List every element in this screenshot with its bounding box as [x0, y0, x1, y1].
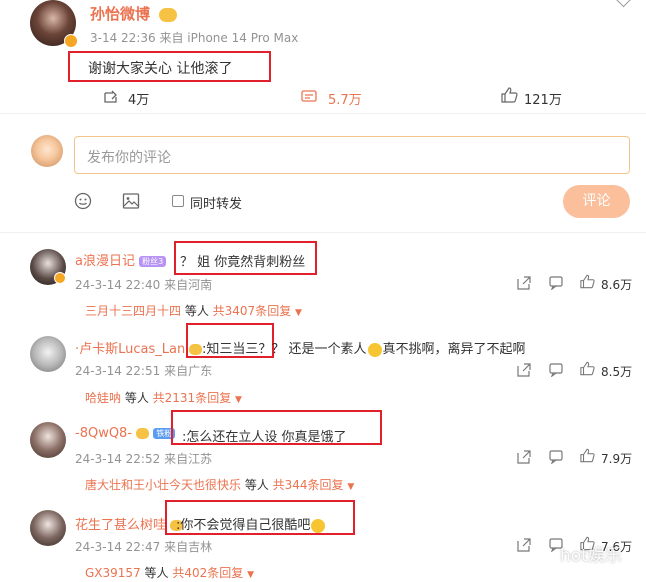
- reply-count[interactable]: 共402条回复: [172, 566, 243, 580]
- comment-location: 来自吉林: [164, 540, 213, 554]
- reply-users[interactable]: 哈娃呐: [85, 391, 121, 405]
- comment-like-count[interactable]: 8.6万: [601, 276, 632, 293]
- comment-username[interactable]: 花生了甚么树哇: [75, 518, 166, 533]
- comment-avatar[interactable]: [30, 422, 66, 458]
- reply-mid-text: 等人: [181, 304, 213, 318]
- post-source: 来自 iPhone 14 Pro Max: [159, 31, 299, 45]
- comment-timestamp: 24-3-14 22:47: [75, 540, 161, 554]
- reply-mid-text: 等人: [121, 391, 153, 405]
- like-icon[interactable]: [580, 274, 595, 289]
- reply-count[interactable]: 共3407条回复: [213, 304, 292, 318]
- comment-text-tail: 真不挑啊，离异了不起啊: [382, 342, 526, 357]
- post-timestamp[interactable]: 3-14 22:36: [90, 31, 156, 45]
- comment-username[interactable]: a浪漫日记: [75, 254, 135, 269]
- comment-icon[interactable]: [549, 449, 563, 465]
- comment-like-count[interactable]: 8.5万: [601, 363, 632, 380]
- chevron-down-icon[interactable]: ▼: [347, 482, 354, 492]
- reply-mid-text: 等人: [241, 478, 273, 492]
- like-icon[interactable]: [501, 87, 518, 103]
- reply-users[interactable]: 唐大壮和王小壮今天也很快乐: [85, 478, 241, 492]
- crown-icon: [159, 7, 178, 22]
- comment-like-count[interactable]: 7.9万: [601, 450, 632, 467]
- comment-location: 来自江苏: [164, 452, 213, 466]
- chevron-down-icon[interactable]: ▼: [295, 308, 302, 318]
- verified-badge-icon: [54, 272, 66, 284]
- reply-summary[interactable]: 哈娃呐 等人 共2131条回复 ▼: [85, 389, 242, 406]
- repost-checkbox[interactable]: [172, 195, 184, 207]
- share-icon[interactable]: [517, 362, 531, 377]
- reply-users[interactable]: GX39157: [85, 566, 141, 580]
- comment-location: 来自河南: [164, 278, 213, 292]
- share-icon[interactable]: [517, 275, 531, 290]
- reply-summary[interactable]: 唐大壮和王小壮今天也很快乐 等人 共344条回复 ▼: [85, 476, 354, 493]
- chevron-down-icon[interactable]: ▼: [235, 395, 242, 405]
- comment-input[interactable]: 发布你的评论: [74, 136, 630, 174]
- divider: [0, 113, 646, 114]
- comment-timestamp: 24-3-14 22:40: [75, 278, 161, 292]
- reply-count[interactable]: 共344条回复: [273, 478, 344, 492]
- comment-text-rest: ？ 还是一个素人: [271, 342, 367, 357]
- comment-text: :你不会觉得自己很酷吧: [176, 518, 311, 533]
- repost-checkbox-label: 同时转发: [190, 197, 243, 212]
- comment-icon[interactable]: [549, 275, 563, 291]
- comment-location: 来自广东: [164, 364, 213, 378]
- like-icon[interactable]: [580, 448, 595, 463]
- repost-icon[interactable]: [103, 89, 119, 103]
- reply-mid-text: 等人: [140, 566, 173, 580]
- comment-avatar[interactable]: [30, 336, 66, 372]
- repost-count[interactable]: 4万: [128, 89, 149, 108]
- like-icon[interactable]: [580, 361, 595, 376]
- reply-users[interactable]: 三月十三四月十四: [85, 304, 181, 318]
- crown-icon: [136, 428, 150, 439]
- comment-timestamp: 24-3-14 22:51: [75, 364, 161, 378]
- emoji-icon[interactable]: [74, 192, 92, 210]
- laughing-emoji-icon: [367, 342, 382, 357]
- comment-text-highlight: :知三当三？: [202, 342, 272, 357]
- share-icon[interactable]: [517, 537, 531, 552]
- thinking-emoji-icon: [311, 518, 326, 533]
- comment-text: ？ 姐 你竟然背刺粉丝: [180, 255, 306, 270]
- submit-comment-label: 评论: [582, 193, 611, 209]
- comment-icon[interactable]: [301, 89, 317, 103]
- comment-input-placeholder: 发布你的评论: [87, 150, 171, 166]
- comment-icon[interactable]: [549, 362, 563, 378]
- comment-text: :怎么还在立人设 你真是饿了: [182, 430, 347, 445]
- divider: [0, 232, 646, 233]
- reply-count[interactable]: 共2131条回复: [153, 391, 232, 405]
- comment-username[interactable]: ·卢卡斯Lucas_Lan·: [75, 342, 189, 357]
- like-count[interactable]: 121万: [524, 89, 562, 108]
- fan-badge: 粉丝3: [139, 256, 167, 267]
- comment-avatar[interactable]: [30, 510, 66, 546]
- comment-username[interactable]: -8QwQ8-: [75, 426, 132, 441]
- chevron-down-icon[interactable]: [615, 0, 632, 8]
- crown-icon: [189, 344, 202, 355]
- watermark: hot娱乐: [560, 546, 622, 566]
- submit-comment-button[interactable]: 评论: [563, 185, 630, 218]
- chevron-down-icon[interactable]: ▼: [247, 570, 254, 580]
- post-username[interactable]: 孙怡微博: [90, 5, 150, 23]
- comment-timestamp: 24-3-14 22:52: [75, 452, 161, 466]
- verified-badge-icon: [64, 34, 78, 48]
- comment-count[interactable]: 5.7万: [328, 89, 362, 108]
- share-icon[interactable]: [517, 449, 531, 464]
- my-avatar: [31, 135, 63, 167]
- reply-summary[interactable]: GX39157 等人 共402条回复 ▼: [85, 564, 254, 581]
- image-icon[interactable]: [122, 192, 140, 210]
- reply-summary[interactable]: 三月十三四月十四 等人 共3407条回复 ▼: [85, 302, 302, 319]
- post-content: 谢谢大家关心 让他滚了: [88, 61, 233, 77]
